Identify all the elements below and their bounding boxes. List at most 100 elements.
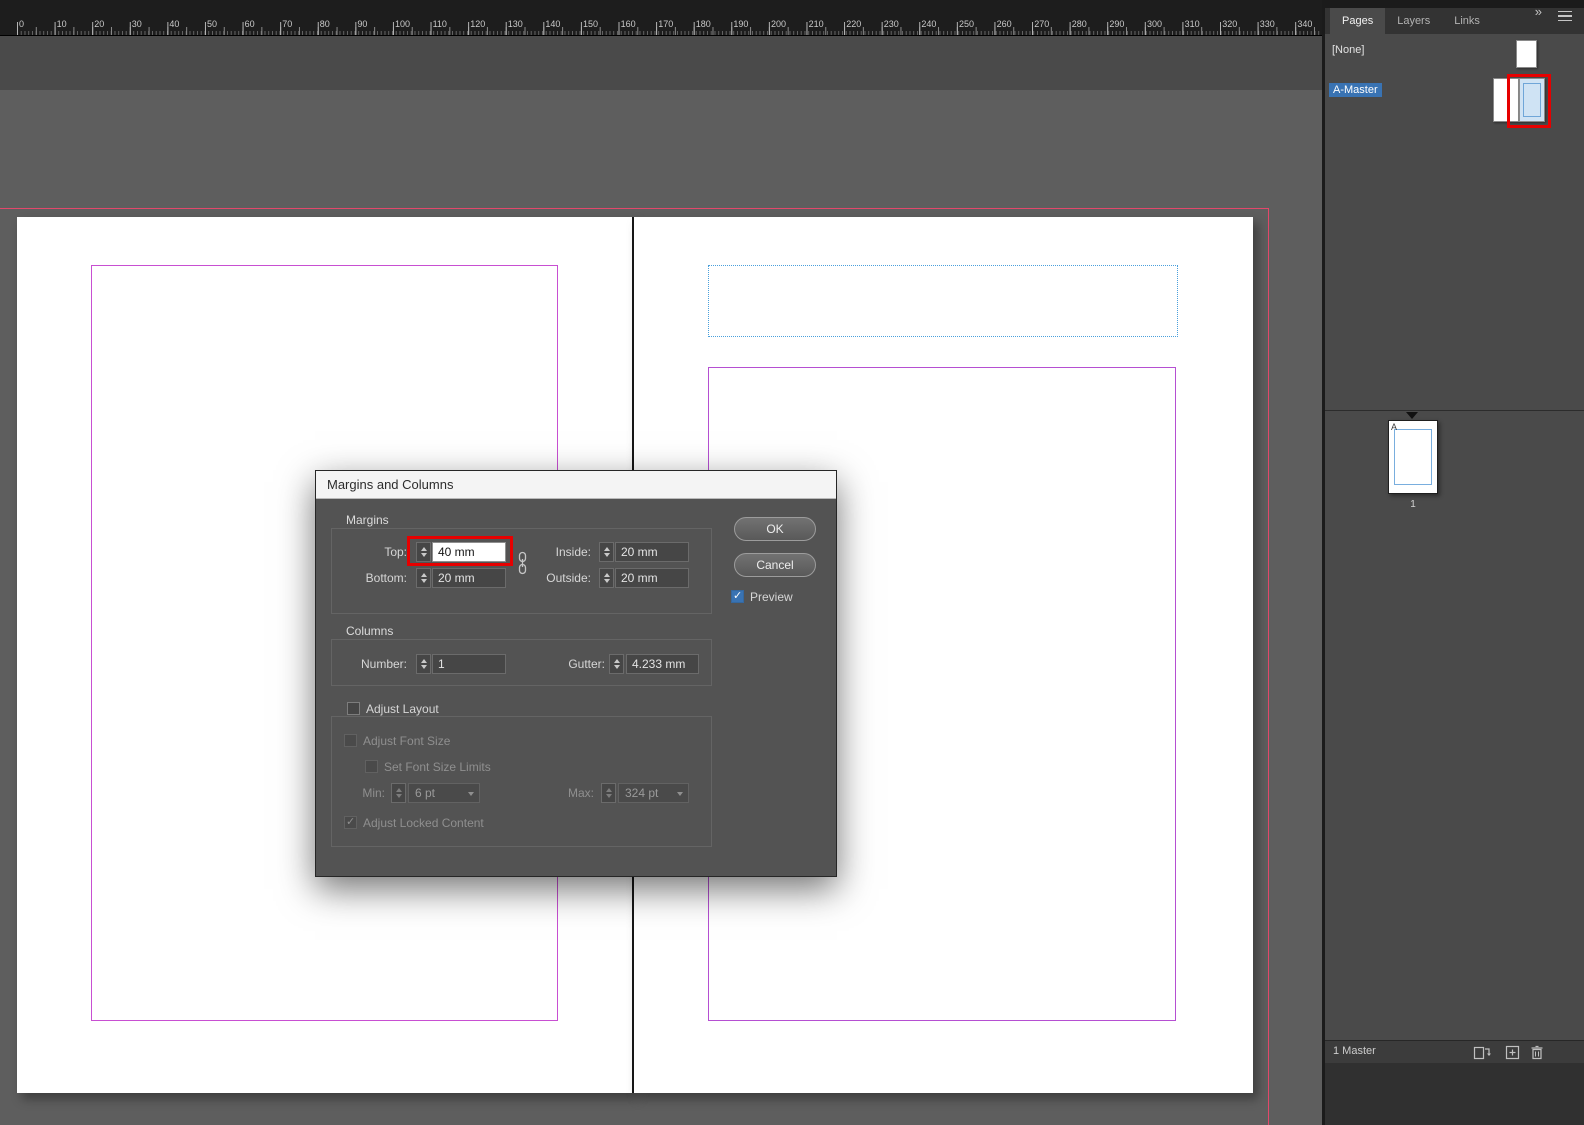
dialog-titlebar[interactable]: Margins and Columns (316, 471, 836, 499)
bottom-margin-input[interactable] (432, 568, 506, 588)
max-stepper (601, 783, 616, 803)
collapse-panels-icon[interactable]: » (1535, 4, 1542, 19)
ruler-tick-label: 50 (207, 19, 218, 29)
bleed-guide-top (0, 208, 1268, 209)
pages-panel-divider (1325, 410, 1584, 411)
ruler-tick-label: 230 (883, 19, 899, 29)
bottom-margin-stepper[interactable] (416, 568, 431, 588)
outside-margin-label: Outside: (546, 571, 591, 585)
panel-menu-icon[interactable] (1558, 11, 1572, 21)
set-font-size-limits-checkbox (365, 760, 378, 773)
margins-and-columns-dialog: Margins and Columns Margins Top: Inside:… (315, 470, 837, 877)
link-margins-icon[interactable] (516, 551, 529, 580)
pages-item-a-master[interactable]: A-Master (1329, 83, 1382, 97)
page-number-label: 1 (1410, 499, 1416, 510)
set-font-size-limits-label: Set Font Size Limits (384, 760, 491, 774)
tab-links[interactable]: Links (1442, 8, 1492, 34)
spread-arrow-icon (1406, 412, 1418, 419)
ruler-tick-label: 30 (131, 19, 142, 29)
ruler-tick-label: 120 (470, 19, 486, 29)
ok-button[interactable]: OK (734, 517, 816, 541)
preview-checkbox[interactable] (731, 589, 744, 603)
ruler-tick-label: 300 (1147, 19, 1163, 29)
ruler-tick-label: 270 (1034, 19, 1050, 29)
none-page-thumbnail[interactable] (1516, 40, 1537, 68)
edit-page-size-icon[interactable] (1473, 1045, 1491, 1065)
ruler-tick-label: 280 (1071, 19, 1087, 29)
tab-layers[interactable]: Layers (1385, 8, 1442, 34)
cancel-button[interactable]: Cancel (734, 553, 816, 577)
ruler-tick-label: 210 (808, 19, 824, 29)
master-spread-right-thumbnail[interactable] (1519, 78, 1545, 122)
top-margin-stepper[interactable] (416, 542, 431, 562)
ruler-tick-label: 20 (94, 19, 105, 29)
panel-top-strip (1325, 0, 1584, 8)
ruler-tick-label: 290 (1109, 19, 1125, 29)
document-page-thumbnail[interactable]: A (1388, 420, 1438, 494)
ruler-tick-label: 310 (1184, 19, 1200, 29)
ruler-tick-label: 100 (395, 19, 411, 29)
master-spread-left-thumbnail[interactable] (1493, 78, 1519, 122)
adjust-layout-label: Adjust Layout (366, 702, 439, 716)
inside-margin-input[interactable] (615, 542, 689, 562)
ruler-tick-label: 240 (921, 19, 937, 29)
panels-dock: Pages Layers Links » [None] A-Master A 1 1… (1325, 0, 1584, 1125)
columns-group-legend: Columns (346, 624, 394, 638)
adjust-locked-content-label: Adjust Locked Content (363, 816, 484, 830)
preview-label: Preview (750, 590, 793, 604)
columns-number-input[interactable] (432, 654, 506, 674)
page-thumbnail-margin-guides (1394, 429, 1432, 485)
margins-group-legend: Margins (346, 513, 389, 527)
ruler-tick-label: 220 (846, 19, 862, 29)
max-label: Max: (567, 786, 594, 800)
ruler-tick-label: 10 (56, 19, 67, 29)
master-count-label: 1 Master (1333, 1045, 1376, 1057)
ruler-tick-label: 80 (319, 19, 330, 29)
ruler-tick-label: 330 (1259, 19, 1275, 29)
bottom-margin-label: Bottom: (365, 571, 407, 585)
top-margin-label: Top: (384, 545, 407, 559)
text-frame-guide (708, 265, 1178, 337)
pasteboard-top-band (0, 36, 1322, 90)
adjust-layout-checkbox[interactable] (347, 702, 360, 715)
ruler-tick-label: 180 (695, 19, 711, 29)
gutter-input[interactable] (626, 654, 699, 674)
inside-margin-stepper[interactable] (599, 542, 614, 562)
ruler-tick-label: 60 (244, 19, 255, 29)
ruler-tick-label: 200 (771, 19, 787, 29)
ruler-tick-label: 150 (583, 19, 599, 29)
ruler-tick-label: 190 (733, 19, 749, 29)
ruler-tick-label: 160 (620, 19, 636, 29)
ruler-tick-label: 320 (1222, 19, 1238, 29)
master-prefix-label: A (1391, 422, 1398, 432)
pages-item-none[interactable]: [None] (1332, 44, 1364, 56)
adjust-font-size-checkbox (344, 734, 357, 747)
ruler-tick-label: 70 (282, 19, 293, 29)
columns-number-stepper[interactable] (416, 654, 431, 674)
ruler-tick-label: 110 (432, 19, 447, 29)
outside-margin-stepper[interactable] (599, 568, 614, 588)
min-combo: 6 pt (408, 783, 480, 803)
panel-bottom-fill (1325, 1063, 1584, 1125)
min-stepper (391, 783, 406, 803)
horizontal-ruler[interactable]: 0 10 20 30 40 50 60 70 80 90 100 110 120 130 140 150 160… (0, 0, 1322, 36)
adjust-font-size-label: Adjust Font Size (363, 734, 451, 748)
min-label: Min: (362, 786, 385, 800)
ruler-tick-label: 260 (996, 19, 1012, 29)
delete-page-icon[interactable] (1530, 1045, 1544, 1065)
ruler-tick-label: 170 (658, 19, 674, 29)
tab-pages[interactable]: Pages (1330, 8, 1386, 34)
indesign-workspace: 0 10 20 30 40 50 60 70 80 90 100 110 120 130 140 150 160… (0, 0, 1584, 1125)
ruler-tick-label: 90 (357, 19, 368, 29)
ruler-tick-label: 130 (507, 19, 523, 29)
pages-panel-footer: 1 Master (1325, 1040, 1584, 1063)
inside-margin-label: Inside: (555, 545, 591, 559)
create-new-page-icon[interactable] (1505, 1045, 1520, 1065)
ruler-tick-label: 250 (959, 19, 975, 29)
outside-margin-input[interactable] (615, 568, 689, 588)
top-margin-input[interactable] (432, 542, 506, 562)
gutter-stepper[interactable] (609, 654, 624, 674)
ruler-tick-label: 40 (169, 19, 180, 29)
max-combo: 324 pt (618, 783, 689, 803)
panel-tabbar: Pages Layers Links (1325, 8, 1584, 34)
